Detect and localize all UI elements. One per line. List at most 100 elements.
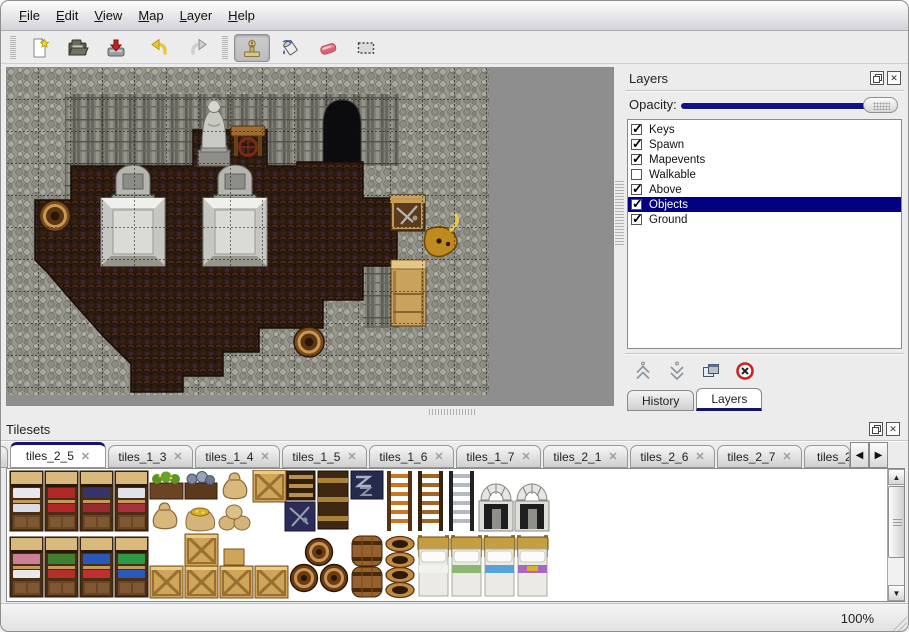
tab-scroll-left-button[interactable]: ◀ [850,442,869,468]
toolbar-gripper[interactable] [222,36,228,60]
layers-panel-titlebar: Layers ✕ [625,67,904,89]
layer-label: Keys [649,124,675,136]
tile-stacked-barrels [352,536,382,597]
tileset-tab[interactable]: tiles_1_3 ✕ [108,445,193,468]
float-panel-icon[interactable] [870,71,884,85]
open-folder-icon [66,36,90,60]
status-bar: 100% [1,603,908,632]
duplicate-layer-button[interactable] [699,359,723,383]
eraser-tool-button[interactable] [310,34,346,62]
scroll-down-button[interactable]: ▼ [888,585,905,601]
open-button[interactable] [60,34,96,62]
tileset-tab[interactable]: tiles_1_6 ✕ [369,445,454,468]
tileset-tab[interactable]: tiles_1_7 ✕ [456,445,541,468]
fill-tool-button[interactable] [272,34,308,62]
select-tool-icon [354,36,378,60]
menu-view[interactable]: View [86,5,130,26]
layer-row-objects[interactable]: ✓ Objects [628,197,901,212]
close-tab-icon[interactable]: ✕ [81,450,90,463]
layer-row-walkable[interactable]: Walkable [628,167,901,182]
tile-stone-arch [515,484,549,531]
menu-layer[interactable]: Layer [172,5,221,26]
map-canvas[interactable] [6,67,614,406]
opacity-label: Opacity: [629,97,677,112]
layer-row-spawn[interactable]: ✓ Spawn [628,137,901,152]
redo-button[interactable] [180,34,216,62]
close-tab-icon[interactable]: ✕ [695,450,704,463]
map-scene [7,68,489,395]
menu-help[interactable]: Help [220,5,263,26]
float-panel-icon[interactable] [869,422,883,436]
tile-shelf [10,537,148,597]
tile-bed [418,535,548,596]
tileset-tab[interactable]: tiles_1_4 ✕ [195,445,280,468]
tab-layers[interactable]: Layers [696,388,762,411]
save-button[interactable] [98,34,134,62]
duplicate-icon [701,361,721,381]
close-tab-icon[interactable]: ✕ [434,450,443,463]
move-down-icon [667,361,687,381]
menu-map[interactable]: Map [130,5,171,26]
tileset-tab[interactable]: tiles_2_1 ✕ [543,445,628,468]
tileset-tab[interactable]: tiles_2_7 ✕ [717,445,802,468]
layer-row-mapevents[interactable]: ✓ Mapevents [628,152,901,167]
layer-label: Walkable [649,169,696,181]
tile-yellow-crates [150,534,288,598]
layer-checkbox[interactable]: ✓ [631,184,642,195]
close-tab-icon[interactable]: ✕ [347,450,356,463]
close-tab-icon[interactable]: ✕ [173,450,182,463]
undo-button[interactable] [142,34,178,62]
close-tab-icon[interactable]: ✕ [608,450,617,463]
close-tab-icon[interactable]: ✕ [260,450,269,463]
layer-checkbox[interactable]: ✓ [631,199,642,210]
tileset-tab[interactable]: tiles_2_6 ✕ [630,445,715,468]
layer-label: Above [649,184,682,196]
layers-panel: Layers ✕ Opacity: ✓ Keys ✓ Spawn ✓ [625,67,904,408]
tileset-picker[interactable]: ▲ ▼ [6,468,905,602]
tile-grid [7,68,489,395]
move-layer-up-button[interactable] [631,359,655,383]
tile-ladder-brown [418,471,443,531]
layer-checkbox[interactable]: ✓ [631,154,642,165]
layer-list: ✓ Keys ✓ Spawn ✓ Mapevents Walkable ✓ Ab… [627,119,902,349]
tab-scroll-right-button[interactable]: ▶ [869,442,888,468]
toolbar-gripper[interactable] [10,36,16,60]
resize-grip[interactable] [889,613,907,631]
layer-checkbox[interactable]: ✓ [631,139,642,150]
tileset-scrollbar[interactable]: ▲ ▼ [887,469,904,601]
fill-tool-icon [278,36,302,60]
tileset-tab[interactable]: tiles_2 [804,445,850,468]
layer-row-above[interactable]: ✓ Above [628,182,901,197]
delete-layer-button[interactable] [733,359,757,383]
delete-icon [735,361,755,381]
tileset-tab[interactable]: tiles_1_5 ✕ [282,445,367,468]
tilesets-panel: Tilesets ✕ tiles_2_5 ✕ tiles_1_3 ✕ tiles… [1,417,908,603]
close-panel-icon[interactable]: ✕ [887,71,901,85]
tilesets-title: Tilesets [6,422,869,437]
stamp-tool-icon [240,36,264,60]
layer-row-keys[interactable]: ✓ Keys [628,122,901,137]
tileset-tab-partial[interactable] [1,446,8,468]
layer-checkbox[interactable]: ✓ [631,214,642,225]
new-file-button[interactable] [22,34,58,62]
scrollbar-thumb[interactable] [888,486,905,558]
close-tab-icon[interactable]: ✕ [782,450,791,463]
horizontal-splitter[interactable] [429,409,475,415]
redo-icon [186,36,210,60]
vertical-splitter[interactable] [615,181,624,245]
tileset-tab[interactable]: tiles_2_5 ✕ [10,442,106,468]
select-tool-button[interactable] [348,34,384,62]
stamp-tool-button[interactable] [234,34,270,62]
scroll-up-button[interactable]: ▲ [888,469,905,485]
tab-history[interactable]: History [627,390,694,411]
layer-checkbox[interactable]: ✓ [631,124,642,135]
move-layer-down-button[interactable] [665,359,689,383]
layer-checkbox[interactable] [631,169,642,180]
close-panel-icon[interactable]: ✕ [886,422,900,436]
layer-row-ground[interactable]: ✓ Ground [628,212,901,227]
close-tab-icon[interactable]: ✕ [521,450,530,463]
opacity-slider-handle[interactable] [863,97,898,113]
menu-file[interactable]: File [11,5,48,26]
menu-edit[interactable]: Edit [48,5,86,26]
layer-actions [631,357,757,385]
